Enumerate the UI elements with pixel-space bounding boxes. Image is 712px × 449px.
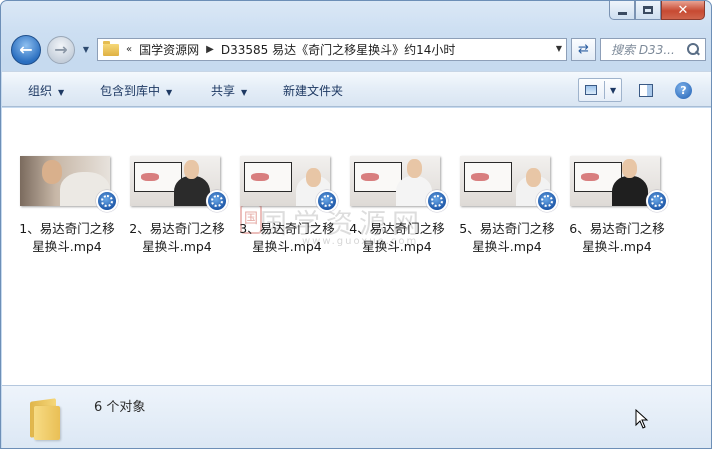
chevron-down-icon[interactable]: ▼ bbox=[610, 86, 616, 95]
address-dropdown-icon[interactable]: ▼ bbox=[556, 44, 562, 53]
details-pane: 6 个对象 bbox=[2, 385, 711, 448]
folder-icon bbox=[103, 40, 119, 56]
close-button[interactable]: ✕ bbox=[661, 1, 705, 20]
back-arrow-icon: ← bbox=[19, 40, 33, 59]
file-name: 6、易达奇门之移 星换斗.mp4 bbox=[569, 221, 665, 254]
recent-pages-dropdown[interactable]: ▼ bbox=[80, 45, 92, 57]
back-button[interactable]: ← bbox=[11, 35, 41, 65]
minimize-icon bbox=[617, 11, 627, 15]
new-folder-button[interactable]: 新建文件夹 bbox=[283, 82, 343, 99]
forward-arrow-icon: → bbox=[54, 40, 68, 59]
forward-button[interactable]: → bbox=[47, 36, 75, 64]
media-player-icon bbox=[646, 190, 668, 212]
organize-label: 组织 bbox=[28, 84, 53, 98]
item-count: 6 个对象 bbox=[94, 400, 146, 415]
file-list[interactable]: 国 国学资源网 www.guoxue.com 1、易达奇门之移 星换斗.mp4 2… bbox=[2, 108, 711, 385]
file-name: 3、易达奇门之移 星换斗.mp4 bbox=[239, 221, 335, 254]
media-player-icon bbox=[316, 190, 338, 212]
share-label: 共享 bbox=[211, 84, 236, 98]
command-bar: 组织 ▼ 包含到库中 ▼ 共享 ▼ 新建文件夹 ▼ ? bbox=[2, 71, 711, 107]
file-name: 2、易达奇门之移 星换斗.mp4 bbox=[129, 221, 225, 254]
chevron-down-icon: ▼ bbox=[166, 88, 173, 97]
help-icon[interactable]: ? bbox=[675, 82, 692, 99]
refresh-button[interactable]: ⇄ bbox=[571, 38, 596, 61]
file-name: 4、易达奇门之移 星换斗.mp4 bbox=[349, 221, 445, 254]
search-box[interactable]: 搜索 D33... bbox=[600, 38, 706, 61]
file-name: 5、易达奇门之移 星换斗.mp4 bbox=[459, 221, 555, 254]
navigation-bar: ← → ▼ « 国学资源网 ▶ D33585 易达《奇门之移星换斗》约14小时 … bbox=[1, 31, 711, 69]
chevron-down-icon: ▼ bbox=[241, 88, 248, 97]
change-view-button[interactable]: ▼ bbox=[578, 78, 622, 102]
caption-buttons: ✕ bbox=[609, 1, 705, 20]
folder-icon bbox=[28, 398, 68, 440]
mouse-cursor-icon bbox=[635, 409, 649, 429]
chevron-down-icon: ▼ bbox=[58, 88, 65, 97]
breadcrumb-separator-icon[interactable]: ▶ bbox=[206, 44, 214, 55]
view-icon bbox=[585, 85, 597, 95]
minimize-button[interactable] bbox=[609, 1, 635, 20]
new-folder-label: 新建文件夹 bbox=[283, 84, 344, 98]
close-icon: ✕ bbox=[677, 2, 689, 18]
maximize-button[interactable] bbox=[635, 1, 661, 20]
search-input[interactable]: 搜索 D33... bbox=[601, 41, 685, 58]
media-player-icon bbox=[426, 190, 448, 212]
organize-menu[interactable]: 组织 ▼ bbox=[28, 82, 64, 99]
include-in-library-menu[interactable]: 包含到库中 ▼ bbox=[100, 82, 172, 99]
maximize-icon bbox=[643, 6, 653, 14]
preview-pane-icon[interactable] bbox=[639, 84, 653, 97]
file-name: 1、易达奇门之移 星换斗.mp4 bbox=[19, 221, 115, 254]
breadcrumb-root[interactable]: 国学资源网 bbox=[139, 41, 199, 58]
explorer-window: ✕ ← → ▼ « 国学资源网 ▶ D33585 易达《奇门之移星换斗》约14小… bbox=[0, 0, 712, 449]
view-divider bbox=[604, 81, 605, 99]
include-library-label: 包含到库中 bbox=[100, 84, 161, 98]
media-player-icon bbox=[536, 190, 558, 212]
media-player-icon bbox=[96, 190, 118, 212]
search-icon bbox=[685, 42, 701, 58]
refresh-icon: ⇄ bbox=[578, 42, 589, 57]
address-bar[interactable]: « 国学资源网 ▶ D33585 易达《奇门之移星换斗》约14小时 ▼ bbox=[97, 38, 567, 61]
breadcrumb-current[interactable]: D33585 易达《奇门之移星换斗》约14小时 bbox=[221, 41, 456, 58]
media-player-icon bbox=[206, 190, 228, 212]
share-menu[interactable]: 共享 ▼ bbox=[211, 82, 247, 99]
breadcrumb-overflow[interactable]: « bbox=[126, 44, 132, 55]
